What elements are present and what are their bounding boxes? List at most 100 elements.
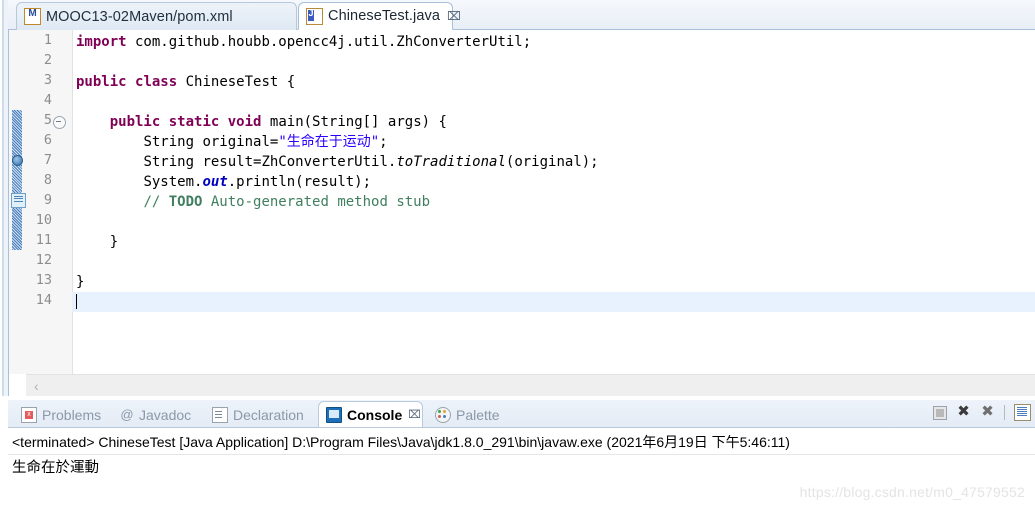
code-line-13: } [72, 272, 1035, 292]
line-number: 8 [44, 172, 52, 188]
tab-label: Palette [456, 407, 500, 423]
line-number: 13 [36, 272, 52, 288]
tab-declaration[interactable]: Declaration [205, 401, 311, 428]
code-line-3: public class ChineseTest { [72, 72, 1035, 92]
system-out-field: out [202, 174, 227, 190]
close-icon[interactable]: ⌧ [447, 10, 461, 22]
text-caret [76, 294, 77, 309]
comment-text: Auto-generated method stub [202, 194, 430, 210]
code-text-area[interactable]: import com.github.houbb.opencc4j.util.Zh… [72, 30, 1035, 374]
remove-all-terminated-button[interactable]: ✖ [980, 405, 995, 420]
code-line-4 [72, 92, 1035, 112]
line-number: 14 [36, 292, 52, 308]
code-line-10 [72, 212, 1035, 232]
line-number: 2 [44, 52, 52, 68]
line-number: 4 [44, 92, 52, 108]
editor-left-rail [0, 0, 8, 396]
editor-tab-chinesetest-java[interactable]: ChineseTest.java ⌧ [298, 2, 453, 30]
system-class: System. [143, 174, 202, 190]
tab-label: Declaration [233, 407, 304, 423]
method-arguments: (original); [506, 154, 599, 170]
tab-palette[interactable]: Palette [428, 401, 507, 428]
todo-keyword: TODO [169, 194, 203, 210]
code-line-7: String result=ZhConverterUtil.toTraditio… [72, 152, 1035, 172]
line-number: 6 [44, 132, 52, 148]
console-divider [8, 454, 1035, 455]
keyword-public: public [76, 74, 127, 90]
line-number: 12 [36, 252, 52, 268]
tab-label: Problems [42, 407, 101, 423]
tab-problems[interactable]: Problems [14, 401, 108, 428]
line-number: 7 [44, 152, 52, 168]
console-toolbar: ✖ ✖ [933, 404, 1031, 421]
closing-brace-method: } [110, 234, 118, 250]
class-declaration-name: ChineseTest { [186, 74, 296, 90]
editor-tab-bar: MOOC13-02Maven/pom.xml ChineseTest.java … [8, 0, 1035, 30]
type-string: String [143, 154, 194, 170]
console-terminated-line: <terminated> ChineseTest [Java Applicati… [12, 432, 1031, 452]
view-tab-bar: Problems @ Javadoc Declaration Console ⌧… [8, 400, 1035, 428]
tab-javadoc[interactable]: @ Javadoc [113, 401, 198, 428]
variable-result-assign: result=ZhConverterUtil. [194, 154, 396, 170]
keyword-import: import [76, 34, 127, 50]
tab-label: Javadoc [139, 407, 191, 423]
editor-tab-pom-xml[interactable]: MOOC13-02Maven/pom.xml [16, 2, 297, 30]
xml-file-icon [24, 8, 41, 25]
javadoc-at-icon: @ [120, 408, 134, 422]
comment-prefix: // [143, 194, 168, 210]
declaration-icon [212, 407, 228, 423]
watermark-text: https://blog.csdn.net/m0_47579552 [800, 484, 1025, 500]
closing-brace-class: } [76, 274, 84, 290]
changed-lines-bar [12, 110, 22, 250]
import-package: com.github.houbb.opencc4j.util.ZhConvert… [127, 34, 532, 50]
keyword-class: class [135, 74, 177, 90]
line-number: 11 [36, 232, 52, 248]
toolbar-separator [1004, 405, 1005, 420]
line-number: 5 [44, 112, 52, 128]
console-output-area[interactable]: <terminated> ChineseTest [Java Applicati… [8, 428, 1035, 506]
keyword-public: public [110, 114, 161, 130]
editor-tab-label: ChineseTest.java [328, 8, 440, 24]
semicolon: ; [379, 134, 387, 150]
editor-horizontal-scrollbar[interactable]: ‹ [26, 374, 1035, 396]
fold-collapse-icon[interactable] [53, 116, 66, 129]
problems-icon [21, 407, 37, 423]
open-console-button[interactable] [1014, 404, 1031, 421]
code-line-6: String original="生命在于运动"; [72, 132, 1035, 152]
code-line-12 [72, 252, 1035, 272]
editor-marker-column[interactable] [9, 30, 27, 374]
string-literal-simplified: "生命在于运动" [278, 134, 379, 150]
line-number: 10 [36, 212, 52, 228]
type-string: String [143, 134, 194, 150]
editor-gutter[interactable]: 1 2 3 4 5 6 7 8 9 10 11 12 13 14 [26, 30, 73, 374]
code-line-1: import com.github.houbb.opencc4j.util.Zh… [72, 32, 1035, 52]
terminate-button[interactable] [933, 406, 947, 420]
tab-console[interactable]: Console ⌧ [318, 401, 423, 428]
line-number: 1 [44, 32, 52, 48]
main-method-signature: main(String[] args) { [270, 114, 447, 130]
remove-launch-button[interactable]: ✖ [956, 405, 971, 420]
console-output-text: 生命在於運動 [12, 456, 99, 477]
palette-icon [435, 407, 451, 423]
scroll-left-arrow-icon[interactable]: ‹ [34, 378, 39, 394]
code-line-5: public static void main(String[] args) { [72, 112, 1035, 132]
code-line-8: System.out.println(result); [72, 172, 1035, 192]
tab-label: Console [347, 407, 402, 423]
console-icon [326, 407, 342, 423]
code-line-11: } [72, 232, 1035, 252]
code-line-9: // TODO Auto-generated method stub [72, 192, 1035, 212]
java-file-icon [306, 8, 323, 25]
variable-original: original= [194, 134, 278, 150]
println-call: .println(result); [228, 174, 371, 190]
code-line-14-current [72, 292, 1035, 312]
breakpoint-marker[interactable] [12, 155, 23, 166]
bottom-view-panel: Problems @ Javadoc Declaration Console ⌧… [8, 400, 1035, 506]
code-line-2 [72, 52, 1035, 72]
todo-task-marker[interactable] [11, 193, 26, 208]
keyword-static: static [169, 114, 220, 130]
keyword-void: void [228, 114, 262, 130]
close-icon[interactable]: ⌧ [408, 408, 421, 421]
line-number: 9 [44, 192, 52, 208]
editor-tab-label: MOOC13-02Maven/pom.xml [46, 9, 233, 25]
method-to-traditional: toTraditional [396, 154, 506, 170]
